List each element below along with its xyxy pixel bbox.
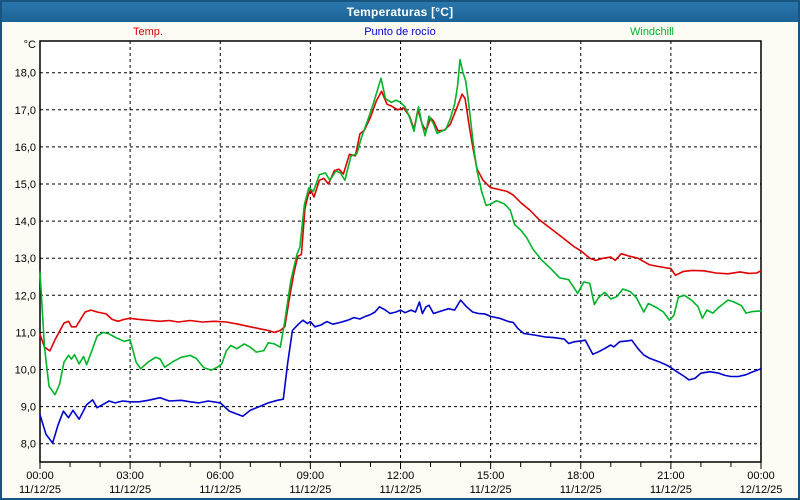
x-tick-date-label: 12/12/25 (740, 484, 783, 494)
x-tick-date-label: 11/12/25 (560, 484, 602, 494)
x-tick-time-label: 21:00 (657, 470, 685, 482)
y-tick-label: 13,0 (15, 253, 36, 265)
y-axis-unit-label: °C (24, 39, 36, 51)
y-tick-label: 10,0 (15, 365, 36, 377)
x-tick-time-label: 09:00 (297, 470, 325, 482)
x-tick-date-label: 11/12/25 (19, 484, 61, 494)
x-tick-date-label: 11/12/25 (470, 484, 512, 494)
x-tick-time-label: 00:00 (26, 470, 54, 482)
x-tick-time-label: 00:00 (747, 470, 775, 482)
y-tick-label: 15,0 (15, 179, 36, 191)
temperature-chart: 8,0 9,0 10,0 11,0 12,0 13,0 14,0 15,0 16,0 17,0 18… (15, 39, 783, 494)
x-tick-time-label: 12:00 (387, 470, 415, 482)
y-tick-label: 11,0 (15, 327, 36, 339)
x-tick-date-label: 11/12/25 (199, 484, 241, 494)
y-tick-label: 12,0 (15, 290, 36, 302)
x-tick-date-label: 11/12/25 (379, 484, 421, 494)
y-tick-label: 17,0 (15, 105, 36, 117)
y-tick-label: 14,0 (15, 216, 36, 228)
x-tick-date-label: 11/12/25 (109, 484, 151, 494)
y-tick-label: 9,0 (21, 402, 36, 414)
x-tick-time-label: 03:00 (116, 470, 144, 482)
weather-chart-window: Temperaturas [°C] Temp. Punto de rocío Win… (0, 0, 800, 500)
x-tick-date-label: 11/12/25 (289, 484, 331, 494)
x-tick-time-label: 15:00 (477, 470, 505, 482)
y-tick-label: 8,0 (21, 439, 36, 451)
x-tick-time-label: 18:00 (567, 470, 595, 482)
x-tick-time-label: 06:00 (206, 470, 234, 482)
y-tick-label: 16,0 (15, 142, 36, 154)
y-tick-label: 18,0 (15, 68, 36, 80)
x-tick-date-label: 11/12/25 (650, 484, 692, 494)
